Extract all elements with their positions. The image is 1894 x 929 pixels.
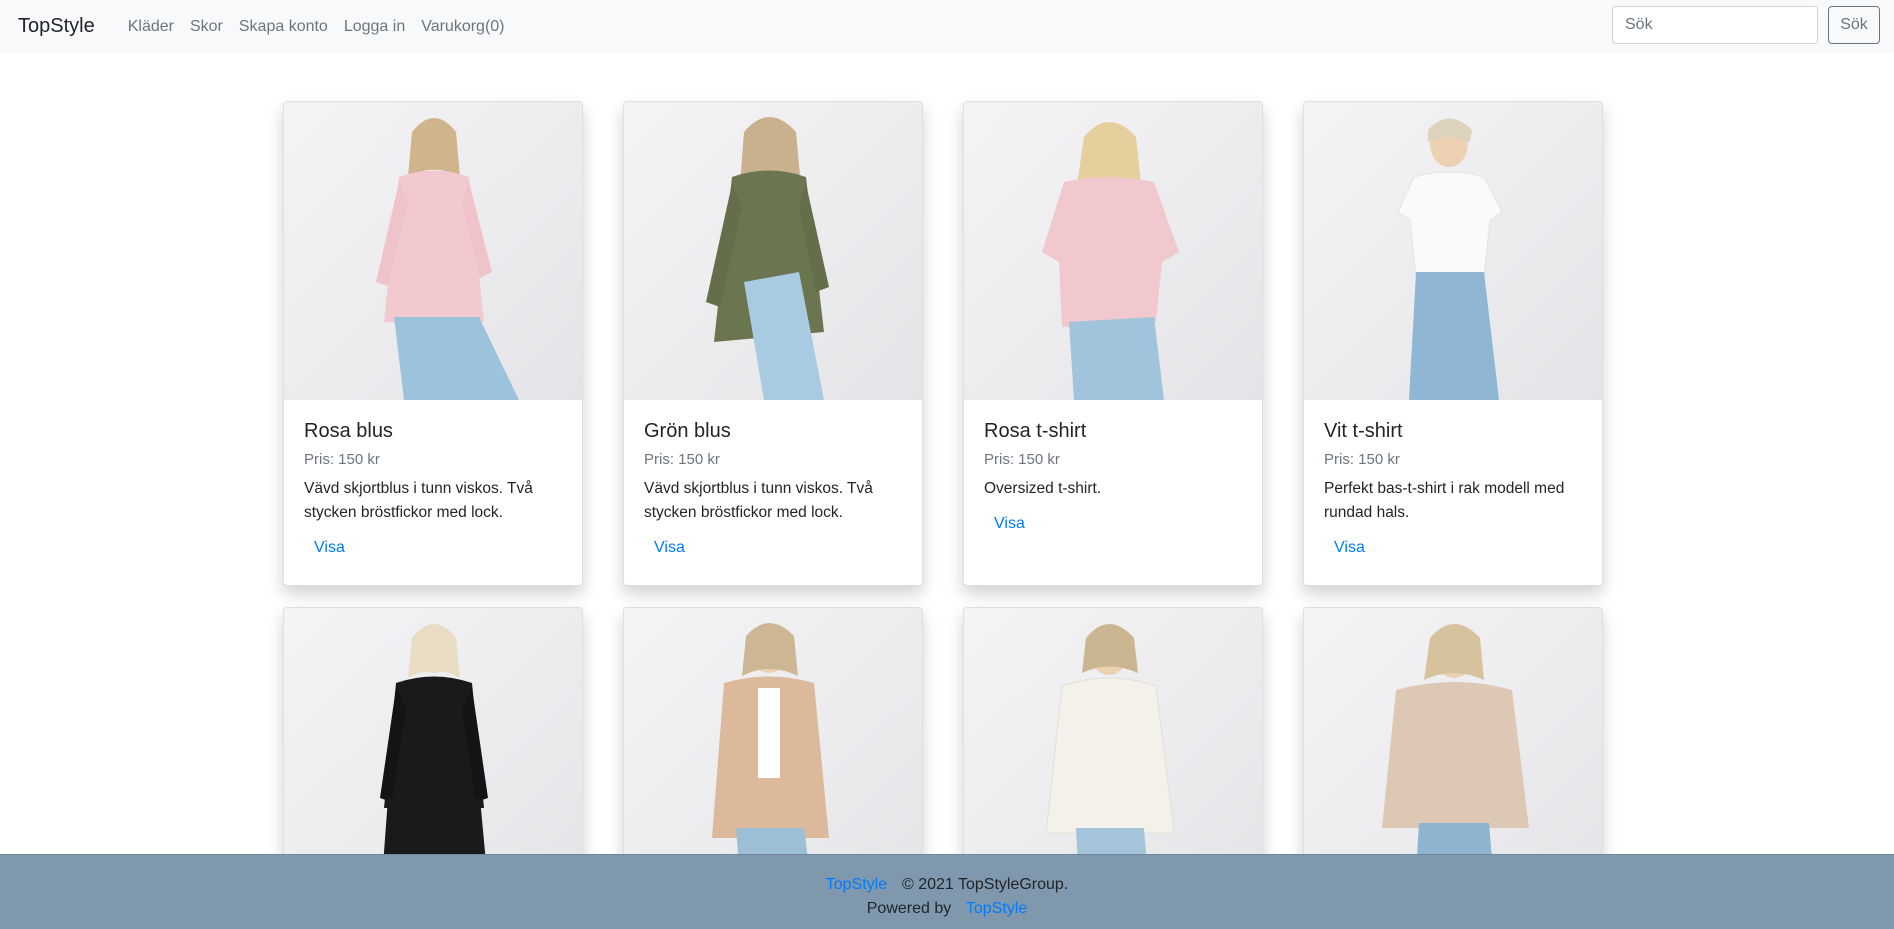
footer-copyright: © 2021 TopStyleGroup.: [902, 876, 1069, 893]
nav-item-varukorg[interactable]: Varukorg(0): [421, 18, 504, 36]
product-title: Grön blus: [644, 420, 731, 442]
product-card: Rosa blus Pris: 150 kr Vävd skjortblus i…: [283, 101, 583, 586]
navbar: TopStyle Kläder Skor Skapa konto Logga i…: [0, 0, 1894, 53]
product-price: Pris: 150 kr: [984, 451, 1060, 468]
product-image[interactable]: [284, 102, 582, 400]
footer: TopStyle © 2021 TopStyleGroup. Powered b…: [0, 854, 1894, 929]
footer-powered-link[interactable]: TopStyle: [966, 900, 1027, 917]
nav-item-logga-in[interactable]: Logga in: [344, 18, 405, 36]
product-grid: Rosa blus Pris: 150 kr Vävd skjortblus i…: [283, 101, 1603, 907]
product-image[interactable]: [1304, 102, 1602, 400]
model-white-tshirt-icon: [1397, 118, 1503, 400]
visa-link[interactable]: Visa: [304, 533, 355, 563]
product-description: Perfekt bas-t-shirt i rak modell med run…: [1324, 480, 1565, 521]
nav-item-skor[interactable]: Skor: [190, 18, 223, 36]
product-price: Pris: 150 kr: [644, 451, 720, 468]
product-price: Pris: 150 kr: [304, 451, 380, 468]
product-description: Vävd skjortblus i tunn viskos. Två styck…: [304, 480, 533, 521]
product-card: Grön blus Pris: 150 kr Vävd skjortblus i…: [623, 101, 923, 586]
footer-powered-by: Powered by: [866, 900, 952, 917]
product-title: Rosa t-shirt: [984, 420, 1087, 442]
product-card: Rosa t-shirt Pris: 150 kr Oversized t-sh…: [963, 101, 1263, 586]
model-green-blouse-icon: [706, 117, 829, 400]
nav-item-skapa-konto[interactable]: Skapa konto: [239, 18, 328, 36]
product-image[interactable]: [964, 102, 1262, 400]
footer-brand-link[interactable]: TopStyle: [826, 876, 887, 893]
search-input[interactable]: [1612, 6, 1818, 44]
model-pink-tshirt-icon: [1042, 122, 1179, 400]
product-title: Rosa blus: [304, 420, 393, 442]
search-button[interactable]: Sök: [1828, 6, 1880, 44]
visa-link[interactable]: Visa: [984, 509, 1035, 539]
product-price: Pris: 150 kr: [1324, 451, 1400, 468]
visa-link[interactable]: Visa: [1324, 533, 1375, 563]
product-description: Oversized t-shirt.: [984, 480, 1102, 497]
product-title: Vit t-shirt: [1324, 420, 1403, 442]
footer-line-1: TopStyle © 2021 TopStyleGroup.: [0, 873, 1894, 897]
brand-link[interactable]: TopStyle: [18, 15, 95, 38]
product-image[interactable]: [624, 102, 922, 400]
footer-line-2: Powered by TopStyle: [0, 897, 1894, 921]
product-description: Vävd skjortblus i tunn viskos. Två styck…: [644, 480, 873, 521]
visa-link[interactable]: Visa: [644, 533, 695, 563]
nav-item-klader[interactable]: Kläder: [128, 18, 174, 36]
product-card: Vit t-shirt Pris: 150 kr Perfekt bas-t-s…: [1303, 101, 1603, 586]
model-pink-blouse-icon: [376, 118, 519, 400]
